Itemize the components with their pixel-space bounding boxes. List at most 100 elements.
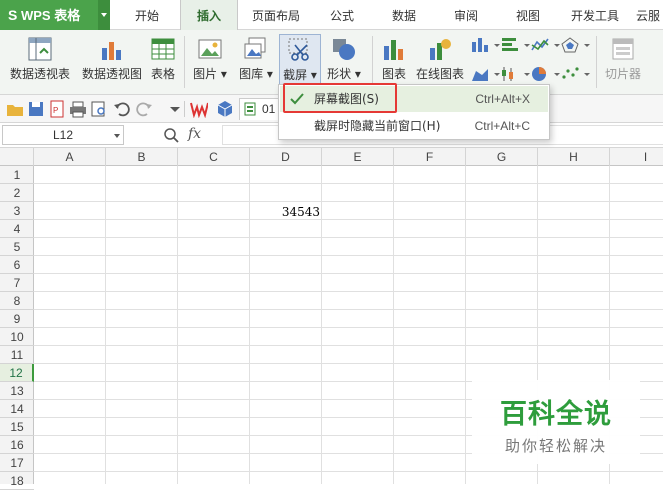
tab-home[interactable]: 开始: [118, 0, 176, 30]
row-header[interactable]: 5: [0, 238, 34, 256]
gallery-label: 图库 ▾: [239, 67, 273, 81]
row-header[interactable]: 10: [0, 328, 34, 346]
grid-line: [34, 471, 663, 472]
table-icon: [151, 38, 175, 60]
row-header[interactable]: 6: [0, 256, 34, 274]
grid-line: [34, 327, 663, 328]
row-header[interactable]: 16: [0, 436, 34, 454]
name-box-value: L12: [52, 128, 74, 142]
column-header[interactable]: G: [466, 148, 538, 166]
row-header[interactable]: 1: [0, 166, 34, 184]
column-header[interactable]: I: [610, 148, 663, 166]
pivot-table-label: 数据透视表: [9, 67, 70, 81]
grid-line: [34, 237, 663, 238]
app-menu-dropdown-icon[interactable]: [98, 0, 110, 30]
row-header[interactable]: 9: [0, 310, 34, 328]
export-pdf-icon[interactable]: P: [48, 100, 66, 118]
name-box[interactable]: L12: [2, 125, 124, 145]
column-chart-icon[interactable]: [470, 36, 504, 54]
slicer-button[interactable]: 切片器: [602, 34, 644, 90]
grid-line: [34, 255, 663, 256]
slicer-label: 切片器: [604, 67, 641, 81]
row-header[interactable]: 17: [0, 454, 34, 472]
row-header[interactable]: 4: [0, 220, 34, 238]
row-header[interactable]: 8: [0, 292, 34, 310]
pie-chart-icon[interactable]: [530, 65, 564, 83]
gallery-icon: [244, 37, 266, 59]
grid-line: [34, 183, 663, 184]
select-all-corner[interactable]: [0, 148, 34, 166]
column-header[interactable]: F: [394, 148, 466, 166]
menu-item-shortcut: Ctrl+Alt+X: [475, 92, 530, 106]
shapes-button[interactable]: 形状 ▾: [324, 34, 364, 90]
online-chart-button[interactable]: 在线图表: [414, 34, 466, 90]
line-chart-icon[interactable]: [530, 36, 564, 54]
save-icon[interactable]: [27, 100, 45, 118]
open-folder-icon[interactable]: [6, 100, 24, 118]
row-header[interactable]: 14: [0, 400, 34, 418]
column-header[interactable]: D: [250, 148, 322, 166]
gallery-button[interactable]: 图库 ▾: [236, 34, 276, 90]
radar-chart-icon[interactable]: [560, 36, 594, 54]
row-header-selected[interactable]: 12: [0, 364, 34, 382]
pivot-table-icon: [28, 37, 52, 61]
zoom-formula-icon[interactable]: [163, 127, 179, 143]
column-header[interactable]: A: [34, 148, 106, 166]
row-headers: 1 2 3 4 5 6 7 8 9 10 11 12 13 14 15 16 1…: [0, 166, 34, 490]
print-icon[interactable]: [69, 100, 87, 118]
row-header[interactable]: 18: [0, 472, 34, 490]
tab-insert[interactable]: 插入: [180, 0, 238, 31]
tab-view[interactable]: 视图: [502, 0, 554, 30]
shapes-label: 形状 ▾: [327, 67, 361, 81]
tab-data[interactable]: 数据: [378, 0, 430, 30]
shapes-icon: [333, 39, 355, 60]
row-header[interactable]: 2: [0, 184, 34, 202]
app-menu-button[interactable]: S WPS 表格: [0, 0, 110, 30]
cube-icon[interactable]: [216, 100, 234, 118]
bar-chart-icon[interactable]: [500, 36, 534, 54]
menu-item-hide-window[interactable]: 截屏时隐藏当前窗口(H) Ctrl+Alt+C: [280, 113, 548, 139]
tab-page-layout[interactable]: 页面布局: [244, 0, 308, 30]
column-header[interactable]: H: [538, 148, 610, 166]
column-header[interactable]: C: [178, 148, 250, 166]
row-header[interactable]: 15: [0, 418, 34, 436]
stock-chart-icon[interactable]: [500, 65, 534, 83]
grid-line: [34, 291, 663, 292]
tab-review[interactable]: 审阅: [440, 0, 492, 30]
print-preview-icon[interactable]: [90, 100, 108, 118]
grid-line: [34, 273, 663, 274]
column-header[interactable]: B: [106, 148, 178, 166]
picture-button[interactable]: 图片 ▾: [190, 34, 230, 90]
name-box-dropdown-icon[interactable]: [114, 134, 120, 138]
document-tab[interactable]: 01: [239, 98, 279, 120]
fx-icon[interactable]: fx: [188, 126, 201, 142]
grid-line: [177, 166, 178, 484]
scatter-chart-icon[interactable]: [560, 65, 594, 83]
row-header[interactable]: 13: [0, 382, 34, 400]
pivot-table-button[interactable]: 数据透视表: [6, 34, 74, 90]
tab-cloud[interactable]: 云服: [636, 0, 663, 30]
redo-icon[interactable]: [135, 100, 153, 118]
sheet-file-icon: [244, 102, 256, 116]
column-header[interactable]: E: [322, 148, 394, 166]
watermark-title: 百科全说: [500, 399, 612, 430]
wps-logo-icon[interactable]: [190, 100, 208, 118]
tab-formulas[interactable]: 公式: [316, 0, 368, 30]
undo-icon[interactable]: [113, 100, 131, 118]
row-header[interactable]: 11: [0, 346, 34, 364]
chart-icon: [384, 40, 403, 60]
customize-dropdown-icon[interactable]: [166, 100, 184, 118]
tab-developer[interactable]: 开发工具: [564, 0, 626, 30]
pivot-chart-label: 数据透视图: [81, 67, 142, 81]
cell-d3[interactable]: 34543: [250, 202, 322, 220]
area-chart-icon[interactable]: [470, 65, 504, 83]
table-button[interactable]: 表格: [148, 34, 178, 90]
chart-button[interactable]: 图表: [378, 34, 410, 90]
row-header[interactable]: 3: [0, 202, 34, 220]
app-name: WPS 表格: [20, 8, 81, 23]
ribbon-separator: [184, 36, 185, 88]
ribbon-separator: [596, 36, 597, 88]
screenshot-button[interactable]: 截屏 ▾: [279, 34, 321, 90]
pivot-chart-button[interactable]: 数据透视图: [78, 34, 146, 90]
row-header[interactable]: 7: [0, 274, 34, 292]
